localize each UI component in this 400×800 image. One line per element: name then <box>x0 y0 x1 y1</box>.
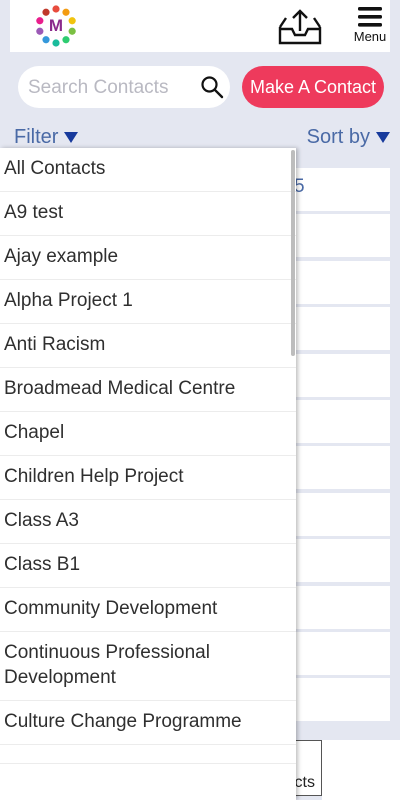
hamburger-icon <box>358 7 382 27</box>
caret-down-icon <box>376 132 390 144</box>
filter-toggle[interactable]: Filter <box>14 126 79 149</box>
search-box <box>18 66 230 110</box>
filter-option-anti-racism[interactable]: Anti Racism <box>0 324 296 368</box>
menu-label: Menu <box>353 29 387 44</box>
bottom-panel <box>322 740 400 800</box>
filter-option-broadmead-medical-centre[interactable]: Broadmead Medical Centre <box>0 368 296 412</box>
filter-option-community-development[interactable]: Community Development <box>0 588 296 632</box>
caret-down-icon <box>64 132 79 144</box>
make-contact-button[interactable]: Make A Contact <box>242 66 384 108</box>
filter-option-partial[interactable] <box>0 745 296 764</box>
filter-option-children-help-project[interactable]: Children Help Project <box>0 456 296 500</box>
inbox-upload-icon[interactable] <box>278 7 322 45</box>
filter-label: Filter <box>14 126 59 148</box>
search-icon[interactable] <box>200 75 224 99</box>
sort-label: Sort by <box>306 126 370 148</box>
filter-option-a9-test[interactable]: A9 test <box>0 192 296 236</box>
filter-option-alpha-project-1[interactable]: Alpha Project 1 <box>0 280 296 324</box>
filter-option-all-contacts[interactable]: All Contacts <box>0 148 296 192</box>
app-logo[interactable]: M <box>34 4 78 48</box>
sort-toggle[interactable]: Sort by <box>307 126 390 149</box>
filter-option-chapel[interactable]: Chapel <box>0 412 296 456</box>
contacts-button-label: cts <box>294 774 315 791</box>
filter-option-continuous-professional-development[interactable]: Continuous Professional Development <box>0 632 296 701</box>
app-header: M Menu <box>10 0 390 52</box>
dropdown-scrollbar[interactable] <box>291 150 295 356</box>
filter-option-class-a3[interactable]: Class A3 <box>0 500 296 544</box>
search-input[interactable] <box>26 66 200 110</box>
logo-letter: M <box>48 16 64 35</box>
filter-option-ajay-example[interactable]: Ajay example <box>0 236 296 280</box>
filter-option-culture-change-programme[interactable]: Culture Change Programme <box>0 701 296 745</box>
menu-button[interactable]: Menu <box>350 6 390 50</box>
filter-dropdown: All Contacts A9 test Ajay example Alpha … <box>0 148 296 800</box>
filter-option-class-b1[interactable]: Class B1 <box>0 544 296 588</box>
